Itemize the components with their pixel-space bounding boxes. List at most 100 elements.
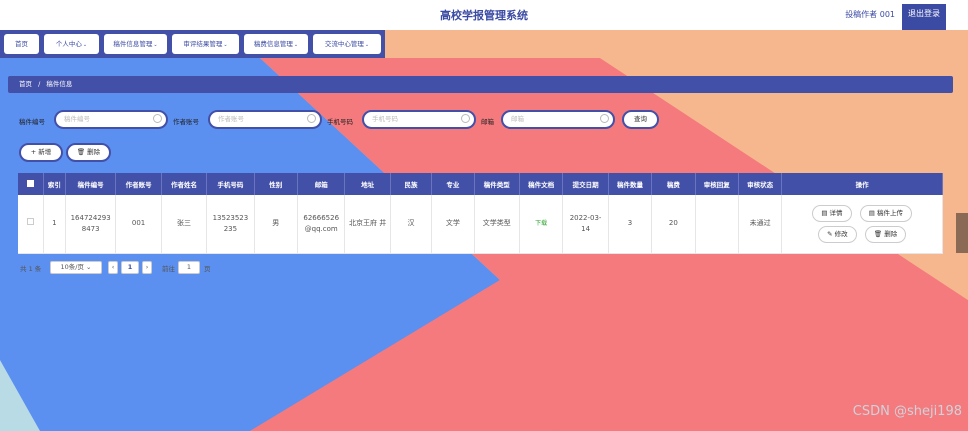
document-icon: ▤	[821, 208, 828, 217]
chevron-down-icon: ⌄	[364, 42, 370, 48]
user-label: 投稿作者 001	[845, 10, 895, 19]
select-all-checkbox[interactable]	[18, 173, 44, 195]
current-page[interactable]: 1	[121, 261, 139, 274]
nav-item-home[interactable]: 首页	[4, 34, 39, 54]
cell-index: 1	[43, 195, 66, 254]
goto-page-input[interactable]: 1	[178, 261, 200, 274]
logout-button[interactable]: 退出登录	[902, 4, 946, 30]
manuscript-no-label: 稿件编号	[19, 118, 45, 126]
cell-reply	[695, 195, 739, 254]
bulk-delete-label: 删除	[87, 148, 101, 156]
page-size-select[interactable]: 10条/页 ⌄	[50, 261, 102, 274]
cell-author-account: 001	[115, 195, 162, 254]
watermark: CSDN @sheji198	[852, 404, 962, 419]
col-header: 民族	[390, 173, 433, 195]
top-bar: 高校学报管理系统 投稿作者 001 退出登录	[0, 0, 968, 30]
page-size-value: 10条/页	[60, 263, 84, 271]
pagination-total: 共 1 条	[20, 265, 42, 273]
nav-label: 审评结果管理	[183, 40, 223, 48]
cell-document: 下载	[519, 195, 564, 254]
breadcrumb-current: 稿件信息	[46, 80, 73, 88]
nav-label: 个人中心	[55, 40, 82, 48]
col-header: 邮箱	[297, 173, 346, 195]
col-header: 稿件编号	[65, 173, 117, 195]
cell-address: 北京王府 井	[344, 195, 391, 254]
author-account-input[interactable]: 作者账号	[208, 110, 322, 129]
clear-icon[interactable]	[153, 114, 162, 123]
email-input[interactable]: 邮箱	[501, 110, 615, 129]
upload-button[interactable]: ▤ 稿件上传	[859, 204, 913, 222]
chevron-down-icon: ⌄	[153, 42, 158, 48]
col-header: 稿费	[651, 173, 696, 195]
detail-label: 详情	[829, 208, 843, 217]
col-header: 稿件文档	[519, 173, 564, 195]
detail-button[interactable]: ▤ 详情	[812, 204, 852, 222]
col-header: 性别	[254, 173, 299, 195]
cell-phone: 13523523 235	[206, 195, 255, 254]
col-header: 地址	[344, 173, 391, 195]
prev-page-button[interactable]: ‹	[108, 261, 118, 274]
goto-label: 前往	[162, 265, 175, 273]
next-page-button[interactable]: ›	[142, 261, 152, 274]
cell-author-name: 张三	[161, 195, 208, 254]
cell-email: 62666526 @qq.com	[297, 195, 346, 254]
nav-item-fees[interactable]: 稿费信息管理⌄	[244, 34, 308, 54]
query-button[interactable]: 查询	[622, 110, 659, 129]
phone-label: 手机号码	[327, 118, 353, 126]
goto-unit: 页	[204, 265, 211, 273]
cell-gender: 男	[254, 195, 299, 254]
document-icon: ▤	[868, 208, 875, 217]
col-header: 作者账号	[115, 173, 162, 195]
edit-label: 修改	[834, 229, 848, 238]
col-header: 稿件类型	[474, 173, 520, 195]
col-header: 作者姓名	[161, 173, 208, 195]
placeholder-text: 邮箱	[511, 115, 524, 123]
cell-status: 未通过	[738, 195, 783, 254]
author-account-label: 作者账号	[173, 118, 199, 126]
manuscript-no-input[interactable]: 稿件编号	[54, 110, 168, 129]
add-button[interactable]: + 新增	[19, 143, 63, 162]
upload-label: 稿件上传	[877, 208, 904, 217]
chevron-right-icon: ›	[145, 263, 149, 271]
nav-item-review[interactable]: 审评结果管理⌄	[172, 34, 239, 54]
col-header: 操作	[781, 173, 943, 195]
cell-count: 3	[608, 195, 653, 254]
nav-item-personal[interactable]: 个人中心⌄	[44, 34, 99, 54]
col-header: 审核状态	[738, 173, 783, 195]
nav-item-exchange[interactable]: 交流中心管理⌄	[313, 34, 381, 54]
cell-manuscript-no: 164724293 8473	[65, 195, 117, 254]
trash-icon: 🗑	[76, 148, 86, 156]
table-row: 1 164724293 8473 001 张三 13523523 235 男 6…	[18, 195, 943, 254]
col-header: 索引	[43, 173, 66, 195]
nav-label: 交流中心管理	[324, 40, 364, 48]
download-link[interactable]: 下载	[535, 220, 547, 227]
phone-input[interactable]: 手机号码	[362, 110, 476, 129]
clear-icon[interactable]	[307, 114, 316, 123]
nav-label: 稿件信息管理	[113, 40, 153, 48]
trash-icon: 🗑	[873, 229, 883, 238]
table-header-row: 索引 稿件编号 作者账号 作者姓名 手机号码 性别 邮箱 地址 民族 专业 稿件…	[18, 173, 943, 195]
chevron-down-icon: ⌄	[223, 42, 228, 48]
col-header: 专业	[431, 173, 475, 195]
cell-operations: ▤ 详情 ▤ 稿件上传 ✎ 修改 🗑 删除	[781, 195, 943, 254]
clear-icon[interactable]	[600, 114, 609, 123]
row-checkbox[interactable]	[18, 195, 44, 254]
col-header: 手机号码	[206, 173, 255, 195]
edit-button[interactable]: ✎ 修改	[818, 225, 857, 243]
delete-button[interactable]: 🗑 删除	[864, 225, 907, 243]
breadcrumb-home[interactable]: 首页	[19, 80, 32, 88]
nav-label: 稿费信息管理	[253, 40, 293, 48]
clear-icon[interactable]	[461, 114, 470, 123]
cell-fee: 20	[651, 195, 696, 254]
manuscript-table: 索引 稿件编号 作者账号 作者姓名 手机号码 性别 邮箱 地址 民族 专业 稿件…	[18, 173, 943, 254]
delete-label: 删除	[884, 229, 898, 238]
bulk-delete-button[interactable]: 🗑 删除	[66, 143, 111, 162]
main-nav: 首页 个人中心⌄ 稿件信息管理⌄ 审评结果管理⌄ 稿费信息管理⌄ 交流中心管理⌄	[0, 30, 385, 58]
chevron-down-icon: ⌄	[86, 263, 92, 271]
scrollbar-thumb[interactable]	[956, 213, 968, 253]
chevron-down-icon: ⌄	[293, 42, 299, 48]
col-header: 审核回复	[695, 173, 739, 195]
placeholder-text: 手机号码	[372, 115, 398, 123]
col-header: 稿件数量	[608, 173, 653, 195]
nav-item-manuscripts[interactable]: 稿件信息管理⌄	[104, 34, 167, 54]
